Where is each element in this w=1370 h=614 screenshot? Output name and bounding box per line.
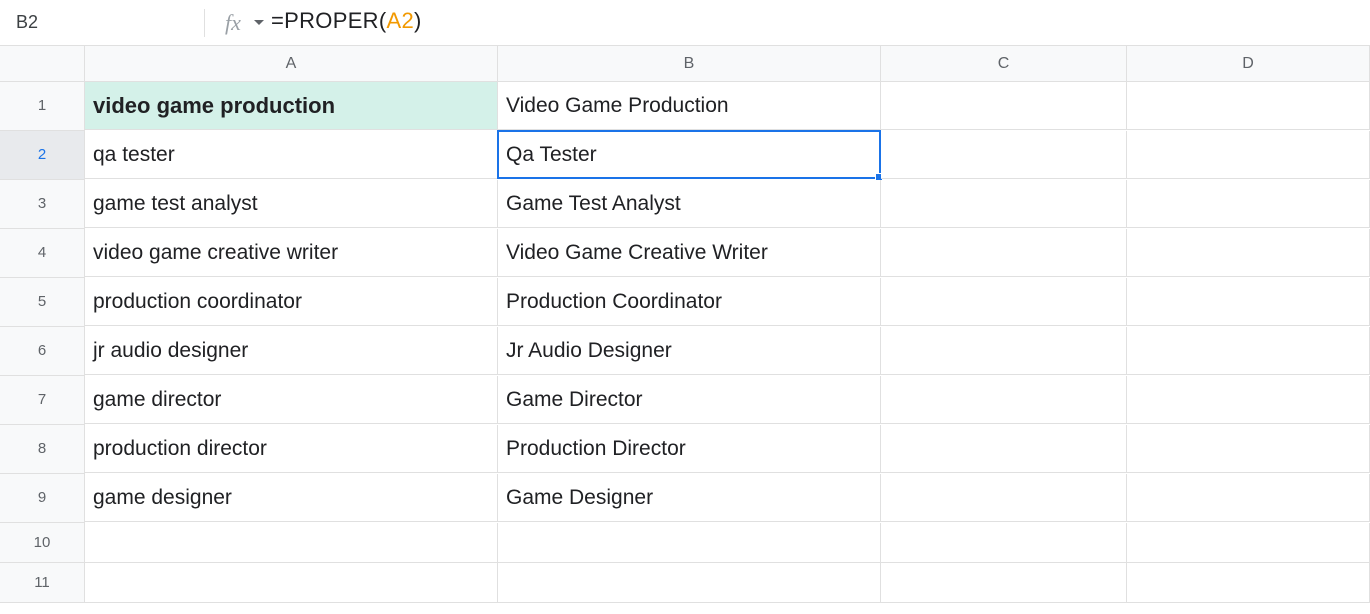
cell-A3[interactable]: game test analyst — [85, 180, 498, 228]
row-header-3[interactable]: 3 — [0, 180, 85, 229]
cell-D9[interactable] — [1127, 474, 1370, 522]
formula-open-paren: ( — [379, 8, 387, 33]
cell-B9[interactable]: Game Designer — [498, 474, 881, 522]
row-header-2[interactable]: 2 — [0, 131, 85, 180]
cell-D6[interactable] — [1127, 327, 1370, 375]
cell-C3[interactable] — [881, 180, 1127, 228]
cell-B10[interactable] — [498, 523, 881, 563]
formula-input[interactable]: =PROPER(A2) — [255, 8, 1362, 38]
formula-prefix: =PROPER — [271, 8, 379, 33]
cell-A11[interactable] — [85, 563, 498, 603]
cell-B8[interactable]: Production Director — [498, 425, 881, 473]
cell-C8[interactable] — [881, 425, 1127, 473]
row-header-5[interactable]: 5 — [0, 278, 85, 327]
cell-A1[interactable]: video game production — [85, 82, 498, 130]
cell-A4[interactable]: video game creative writer — [85, 229, 498, 277]
cell-C11[interactable] — [881, 563, 1127, 603]
row-header-7[interactable]: 7 — [0, 376, 85, 425]
cell-D11[interactable] — [1127, 563, 1370, 603]
cell-B5[interactable]: Production Coordinator — [498, 278, 881, 326]
row-header-9[interactable]: 9 — [0, 474, 85, 523]
name-box-wrap[interactable] — [8, 8, 198, 38]
cell-D4[interactable] — [1127, 229, 1370, 277]
cell-C4[interactable] — [881, 229, 1127, 277]
formula-ref: A2 — [387, 8, 415, 33]
cell-B2[interactable]: Qa Tester — [498, 131, 881, 179]
cell-C1[interactable] — [881, 82, 1127, 130]
formula-bar: fx =PROPER(A2) — [0, 0, 1370, 46]
col-header-C[interactable]: C — [881, 46, 1127, 82]
cell-D5[interactable] — [1127, 278, 1370, 326]
spreadsheet-grid[interactable]: A B C D 1 video game production Video Ga… — [0, 46, 1370, 603]
cell-B6[interactable]: Jr Audio Designer — [498, 327, 881, 375]
cell-B4[interactable]: Video Game Creative Writer — [498, 229, 881, 277]
cell-D10[interactable] — [1127, 523, 1370, 563]
cell-D1[interactable] — [1127, 82, 1370, 130]
col-header-B[interactable]: B — [498, 46, 881, 82]
row-header-10[interactable]: 10 — [0, 523, 85, 563]
cell-C6[interactable] — [881, 327, 1127, 375]
cell-A2[interactable]: qa tester — [85, 131, 498, 179]
row-header-4[interactable]: 4 — [0, 229, 85, 278]
select-all-corner[interactable] — [0, 46, 85, 82]
formula-close-paren: ) — [414, 8, 422, 33]
cell-A9[interactable]: game designer — [85, 474, 498, 522]
cell-D7[interactable] — [1127, 376, 1370, 424]
col-header-A[interactable]: A — [85, 46, 498, 82]
cell-C7[interactable] — [881, 376, 1127, 424]
cell-C5[interactable] — [881, 278, 1127, 326]
cell-A8[interactable]: production director — [85, 425, 498, 473]
cell-C2[interactable] — [881, 131, 1127, 179]
cell-B11[interactable] — [498, 563, 881, 603]
row-header-8[interactable]: 8 — [0, 425, 85, 474]
cell-B7[interactable]: Game Director — [498, 376, 881, 424]
fx-icon: fx — [211, 10, 255, 36]
cell-A5[interactable]: production coordinator — [85, 278, 498, 326]
cell-D2[interactable] — [1127, 131, 1370, 179]
cell-A10[interactable] — [85, 523, 498, 563]
cell-C10[interactable] — [881, 523, 1127, 563]
cell-C9[interactable] — [881, 474, 1127, 522]
row-header-1[interactable]: 1 — [0, 82, 85, 131]
row-header-6[interactable]: 6 — [0, 327, 85, 376]
cell-D3[interactable] — [1127, 180, 1370, 228]
cell-A6[interactable]: jr audio designer — [85, 327, 498, 375]
row-header-11[interactable]: 11 — [0, 563, 85, 603]
cell-D8[interactable] — [1127, 425, 1370, 473]
cell-B2-value: Qa Tester — [506, 143, 597, 166]
col-header-D[interactable]: D — [1127, 46, 1370, 82]
separator — [204, 9, 205, 37]
cell-B1[interactable]: Video Game Production — [498, 82, 881, 130]
cell-B3[interactable]: Game Test Analyst — [498, 180, 881, 228]
cell-A7[interactable]: game director — [85, 376, 498, 424]
